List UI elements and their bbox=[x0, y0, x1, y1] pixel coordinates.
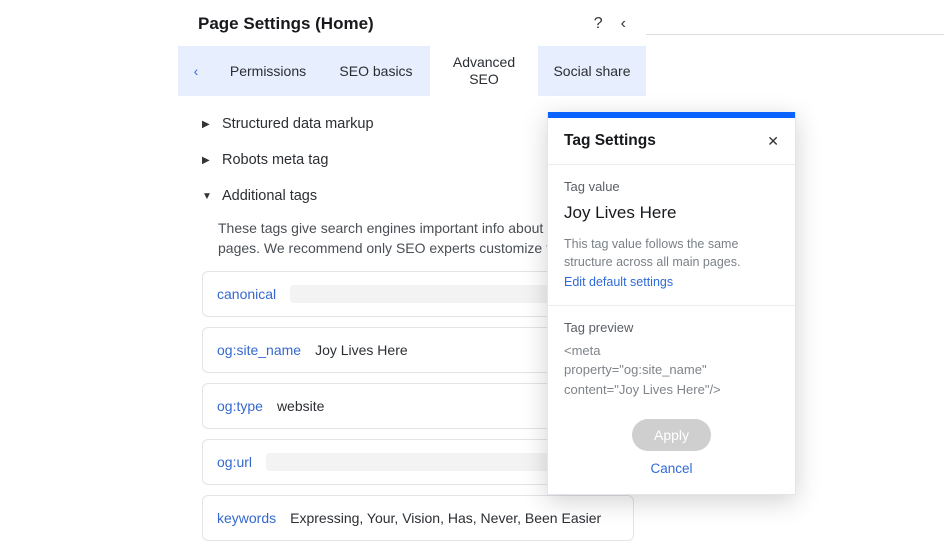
header-actions: ? ‹ bbox=[594, 15, 626, 33]
cancel-button[interactable]: Cancel bbox=[650, 461, 692, 476]
tag-key: canonical bbox=[217, 286, 276, 302]
tabs-prev-icon[interactable]: ‹ bbox=[178, 46, 214, 96]
tab-social-share[interactable]: Social share bbox=[538, 46, 646, 96]
tag-key: og:type bbox=[217, 398, 263, 414]
tab-seo-basics[interactable]: SEO basics bbox=[322, 46, 430, 96]
section-label: Structured data markup bbox=[222, 116, 374, 132]
tab-permissions[interactable]: Permissions bbox=[214, 46, 322, 96]
tag-preview-label: Tag preview bbox=[564, 320, 779, 335]
chevron-right-icon: ▶ bbox=[202, 119, 212, 130]
tag-value: Joy Lives Here bbox=[315, 342, 408, 358]
tag-settings-panel: Tag Settings ✕ Tag value Joy Lives Here … bbox=[547, 112, 796, 495]
tag-key: og:url bbox=[217, 454, 252, 470]
tag-preview-section: Tag preview <meta property="og:site_name… bbox=[548, 306, 795, 416]
chevron-down-icon: ▼ bbox=[202, 191, 212, 202]
apply-button[interactable]: Apply bbox=[632, 419, 711, 451]
sidepanel-title: Tag Settings bbox=[564, 132, 656, 150]
tag-key: og:site_name bbox=[217, 342, 301, 358]
tag-preview-code: <meta property="og:site_name" content="J… bbox=[564, 341, 779, 400]
tab-advanced-seo[interactable]: Advanced SEO bbox=[430, 46, 538, 96]
back-icon[interactable]: ‹ bbox=[621, 15, 626, 33]
help-icon[interactable]: ? bbox=[594, 15, 603, 33]
tag-key: keywords bbox=[217, 510, 276, 526]
section-label: Additional tags bbox=[222, 188, 317, 204]
tab-bar: ‹ Permissions SEO basics Advanced SEO So… bbox=[178, 46, 646, 96]
edit-default-settings-link[interactable]: Edit default settings bbox=[564, 275, 673, 289]
tag-value: Expressing, Your, Vision, Has, Never, Be… bbox=[290, 510, 601, 526]
section-label: Robots meta tag bbox=[222, 152, 328, 168]
tag-value: website bbox=[277, 398, 324, 414]
page-title: Page Settings (Home) bbox=[198, 14, 374, 34]
tag-value-text: Joy Lives Here bbox=[564, 202, 779, 223]
tag-value-note: This tag value follows the same structur… bbox=[564, 235, 779, 271]
panel-header: Page Settings (Home) ? ‹ bbox=[178, 0, 646, 46]
tag-row-keywords[interactable]: keywords Expressing, Your, Vision, Has, … bbox=[202, 495, 634, 541]
chevron-right-icon: ▶ bbox=[202, 155, 212, 166]
close-icon[interactable]: ✕ bbox=[767, 133, 779, 150]
outer-divider bbox=[646, 34, 944, 35]
sidepanel-actions: Apply Cancel bbox=[548, 415, 795, 494]
sidepanel-header: Tag Settings ✕ bbox=[548, 118, 795, 165]
tag-value-label: Tag value bbox=[564, 179, 779, 194]
sidepanel-body: Tag value Joy Lives Here This tag value … bbox=[548, 165, 795, 306]
